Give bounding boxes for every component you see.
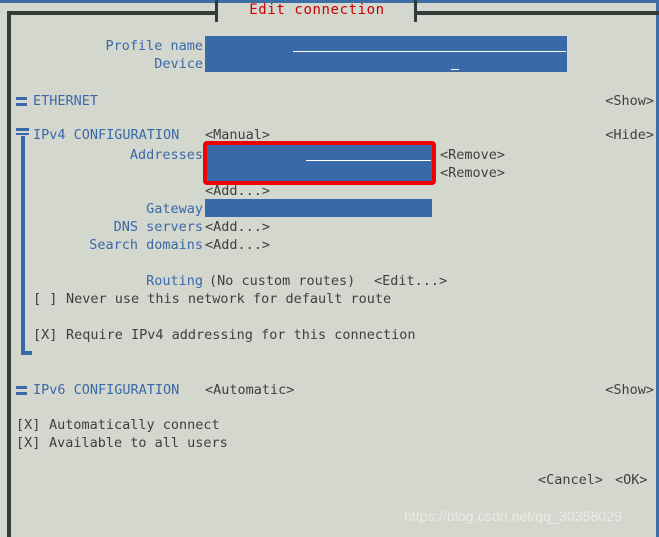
device-cursor (451, 69, 459, 70)
watermark-text: https://blog.csdn.net/qq_30358029 (404, 508, 623, 524)
ipv4-method-select[interactable]: <Manual> (205, 126, 270, 144)
ipv6-collapsed-marker-icon[interactable] (16, 386, 27, 395)
routing-summary: (No custom routes) (209, 273, 356, 289)
never-default-route-checkbox[interactable]: [ ] (33, 290, 57, 308)
address-add-button[interactable]: <Add...> (205, 182, 270, 200)
profile-name-label: Profile name (105, 38, 203, 54)
device-input[interactable]: 00:0C:29:B5:31:C0 (eno16777728) (205, 54, 567, 72)
ipv4-hide-toggle[interactable]: <Hide> (497, 126, 654, 144)
gateway-label: Gateway (146, 201, 203, 217)
dialog-border-top-right (417, 11, 659, 15)
routing-label: Routing (146, 273, 203, 289)
ipv6-show-toggle[interactable]: <Show> (497, 381, 654, 399)
routing-edit-button[interactable]: <Edit...> (374, 272, 447, 290)
dialog-title: Edit connection (249, 2, 385, 18)
address-cursor-1 (306, 160, 431, 161)
search-domains-add-button[interactable]: <Add...> (205, 236, 270, 254)
ipv6-method-select[interactable]: <Automatic> (205, 381, 294, 399)
available-all-users-label[interactable]: Available to all users (49, 434, 228, 452)
dns-servers-label: DNS servers (113, 219, 203, 235)
ipv4-section-guideline-foot (21, 351, 32, 355)
ipv4-section-title: IPv4 CONFIGURATION (33, 127, 180, 143)
available-all-users-checkbox[interactable]: [X] (16, 434, 40, 452)
dialog-border-top-left (7, 11, 218, 15)
dialog-title-tick-left (215, 0, 218, 22)
ipv4-expanded-marker-icon-top[interactable] (16, 128, 29, 131)
terminal-screen: Edit connection Profile name eno16777728… (0, 0, 659, 537)
address-remove-button-1[interactable]: <Remove> (440, 146, 505, 164)
address-input-1[interactable]: 122.71.115.10 (205, 145, 432, 163)
search-domains-label: Search domains (89, 237, 203, 253)
ethernet-section-title: ETHERNET (33, 93, 99, 109)
auto-connect-checkbox[interactable]: [X] (16, 416, 40, 434)
require-ipv4-label[interactable]: Require IPv4 addressing for this connect… (66, 326, 416, 344)
cancel-button[interactable]: <Cancel> (538, 471, 603, 489)
addresses-label: Addresses (129, 147, 203, 163)
auto-connect-label[interactable]: Automatically connect (49, 416, 220, 434)
ipv4-section-guideline (21, 136, 25, 355)
ipv6-section-title: IPv6 CONFIGURATION (33, 382, 180, 398)
gateway-input[interactable] (205, 199, 432, 217)
dialog-border-left (7, 11, 11, 537)
require-ipv4-checkbox[interactable]: [X] (33, 326, 57, 344)
profile-name-cursor (293, 51, 566, 52)
ethernet-collapsed-marker-icon[interactable] (16, 97, 27, 106)
address-input-2[interactable]: 106.185.25.10 (205, 163, 432, 181)
ethernet-show-toggle[interactable]: <Show> (497, 92, 654, 110)
never-default-route-label[interactable]: Never use this network for default route (66, 290, 391, 308)
dns-servers-add-button[interactable]: <Add...> (205, 218, 270, 236)
ok-button[interactable]: <OK> (615, 471, 648, 489)
dialog-title-tick-right (414, 0, 417, 22)
ipv4-expanded-marker-icon-bottom (16, 133, 29, 135)
profile-name-input[interactable]: eno16777728 (205, 36, 567, 54)
device-label: Device (154, 56, 203, 72)
address-remove-button-2[interactable]: <Remove> (440, 164, 505, 182)
